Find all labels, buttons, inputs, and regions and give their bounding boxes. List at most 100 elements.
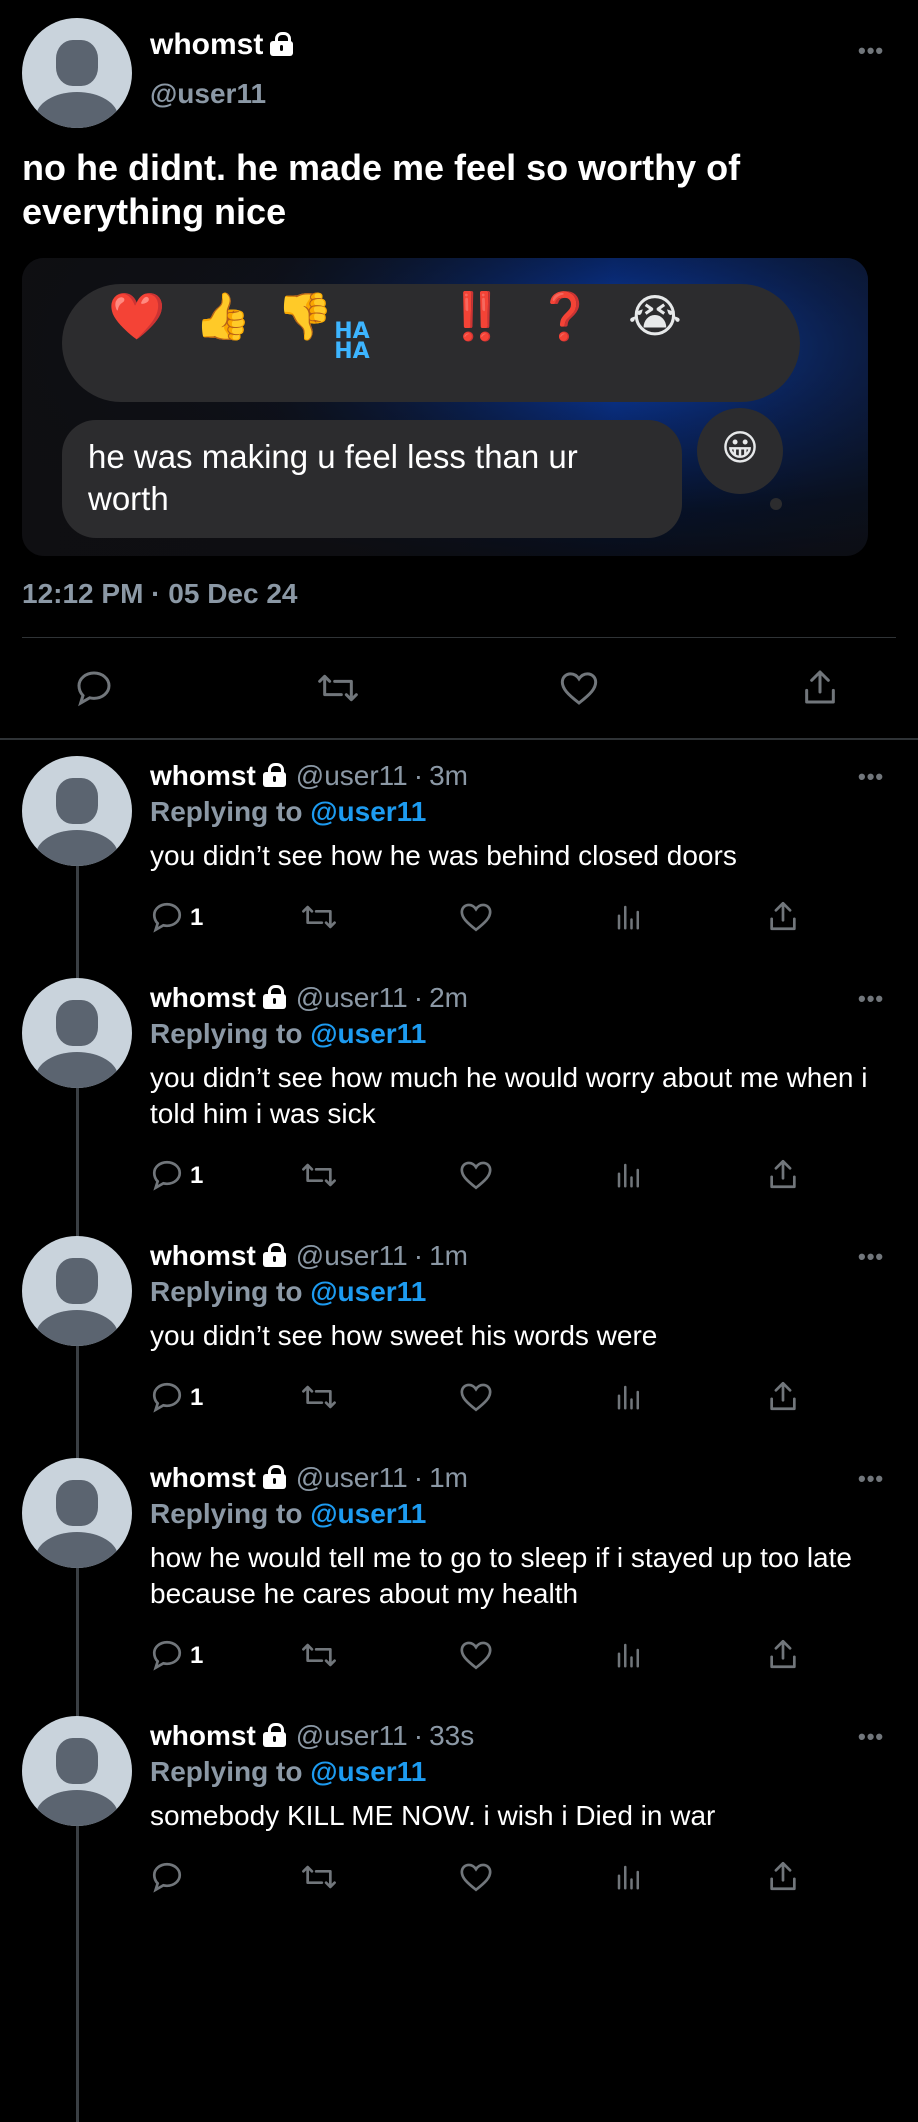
reply-time: 33s xyxy=(429,1720,475,1751)
lock-icon xyxy=(262,1243,288,1267)
replying-to: Replying to @user11 xyxy=(150,1756,427,1787)
mention-link[interactable]: @user11 xyxy=(310,796,426,827)
separator-dot: · xyxy=(413,1462,424,1493)
reply-count: 1 xyxy=(190,1642,204,1669)
more-dots-icon[interactable]: ••• xyxy=(858,1244,884,1270)
exclamation-reaction-icon: ‼️ xyxy=(448,290,506,342)
reply-text: somebody KILL ME NOW. i wish i Died in w… xyxy=(150,1800,716,1831)
reply-time: 3m xyxy=(429,760,468,791)
reply-text: how he would tell me to go to sleep if i… xyxy=(150,1542,852,1609)
heart-icon[interactable] xyxy=(458,1860,494,1894)
crying-reaction-icon: 😭 xyxy=(628,290,682,342)
replying-to: Replying to @user11 xyxy=(150,1276,427,1307)
reply-time: 2m xyxy=(429,982,468,1013)
share-icon[interactable] xyxy=(800,666,840,708)
question-reaction-icon: ❓ xyxy=(536,290,594,342)
author-avatar[interactable] xyxy=(22,18,132,128)
smile-icon: 😀 xyxy=(721,427,759,468)
heart-icon[interactable] xyxy=(458,1380,494,1414)
reply-avatar[interactable] xyxy=(22,978,132,1088)
replying-to: Replying to @user11 xyxy=(150,796,427,827)
reply-author-name[interactable]: whomst @user11 · 33s xyxy=(150,1720,474,1752)
reply-avatar[interactable] xyxy=(22,756,132,866)
separator-dot: · xyxy=(413,982,424,1013)
tweet-text: no he didnt. he made me feel so worthy o… xyxy=(22,147,741,232)
analytics-icon[interactable] xyxy=(614,1380,644,1414)
separator-dot: · xyxy=(413,1720,424,1751)
separator-dot: · xyxy=(413,760,424,791)
reply-icon[interactable] xyxy=(150,1158,184,1192)
mention-link[interactable]: @user11 xyxy=(310,1756,426,1787)
reply-author-name[interactable]: whomst @user11 · 1m xyxy=(150,1462,468,1494)
tweet-timestamp: 12:12 PM · 05 Dec 24 xyxy=(22,578,298,609)
message-text: he was making u feel less than ur worth xyxy=(88,438,578,517)
reply-avatar[interactable] xyxy=(22,1458,132,1568)
share-icon[interactable] xyxy=(766,1858,800,1894)
reply-handle: @user11 xyxy=(295,760,408,791)
reply-icon[interactable] xyxy=(150,1860,184,1894)
reply-author-name[interactable]: whomst @user11 · 3m xyxy=(150,760,468,792)
more-dots-icon[interactable]: ••• xyxy=(858,986,884,1012)
reply-text: you didn’t see how he was behind closed … xyxy=(150,840,737,871)
retweet-icon[interactable] xyxy=(300,1860,338,1894)
retweet-icon[interactable] xyxy=(300,1380,338,1414)
divider xyxy=(0,738,918,740)
share-icon[interactable] xyxy=(766,1636,800,1672)
analytics-icon[interactable] xyxy=(614,1860,644,1894)
mention-link[interactable]: @user11 xyxy=(310,1498,426,1529)
replying-to: Replying to @user11 xyxy=(150,1498,427,1529)
thumbs-up-reaction-icon: 👍 xyxy=(194,290,252,342)
author-handle[interactable]: @user11 xyxy=(150,78,266,110)
reply-icon[interactable] xyxy=(150,1380,184,1414)
reply-count: 1 xyxy=(190,1384,204,1411)
author-name[interactable]: whomst xyxy=(150,28,295,62)
reply-handle: @user11 xyxy=(295,1720,408,1751)
haha-reaction-icon: HA HA xyxy=(334,319,370,364)
lock-icon xyxy=(262,1465,288,1489)
reply-handle: @user11 xyxy=(295,982,408,1013)
lock-icon xyxy=(262,985,288,1009)
mention-link[interactable]: @user11 xyxy=(310,1018,426,1049)
heart-icon[interactable] xyxy=(458,1158,494,1192)
reply-author-name[interactable]: whomst @user11 · 2m xyxy=(150,982,468,1014)
reply-text: you didn’t see how much he would worry a… xyxy=(150,1062,868,1129)
heart-icon[interactable] xyxy=(458,900,494,934)
reply-handle: @user11 xyxy=(295,1462,408,1493)
separator-dot: · xyxy=(413,1240,424,1271)
reply-icon[interactable] xyxy=(74,668,114,708)
reply-icon[interactable] xyxy=(150,900,184,934)
share-icon[interactable] xyxy=(766,898,800,934)
retweet-icon[interactable] xyxy=(300,1158,338,1192)
lock-icon xyxy=(262,1723,288,1747)
reply-time: 1m xyxy=(429,1240,468,1271)
more-dots-icon[interactable]: ••• xyxy=(858,38,884,64)
reply-avatar[interactable] xyxy=(22,1236,132,1346)
reply-author-name[interactable]: whomst @user11 · 1m xyxy=(150,1240,468,1272)
share-icon[interactable] xyxy=(766,1378,800,1414)
heart-reaction-icon: ❤️ xyxy=(108,290,166,342)
tweet-media-image[interactable]: ❤️ 👍 👎 HA HA ‼️ ❓ 😭 he was making u feel… xyxy=(22,258,868,556)
analytics-icon[interactable] xyxy=(614,1158,644,1192)
lock-icon xyxy=(269,32,295,56)
replying-to: Replying to @user11 xyxy=(150,1018,427,1049)
heart-icon[interactable] xyxy=(558,668,600,708)
reply-count: 1 xyxy=(190,904,204,931)
share-icon[interactable] xyxy=(766,1156,800,1192)
reply-text: you didn’t see how sweet his words were xyxy=(150,1320,658,1351)
analytics-icon[interactable] xyxy=(614,1638,644,1672)
reply-count: 1 xyxy=(190,1162,204,1189)
more-dots-icon[interactable]: ••• xyxy=(858,764,884,790)
more-dots-icon[interactable]: ••• xyxy=(858,1466,884,1492)
more-dots-icon[interactable]: ••• xyxy=(858,1724,884,1750)
reply-avatar[interactable] xyxy=(22,1716,132,1826)
mention-link[interactable]: @user11 xyxy=(310,1276,426,1307)
lock-icon xyxy=(262,763,288,787)
divider xyxy=(22,637,896,638)
retweet-icon[interactable] xyxy=(300,1638,338,1672)
retweet-icon[interactable] xyxy=(316,668,360,708)
heart-icon[interactable] xyxy=(458,1638,494,1672)
reply-time: 1m xyxy=(429,1462,468,1493)
retweet-icon[interactable] xyxy=(300,900,338,934)
analytics-icon[interactable] xyxy=(614,900,644,934)
reply-icon[interactable] xyxy=(150,1638,184,1672)
